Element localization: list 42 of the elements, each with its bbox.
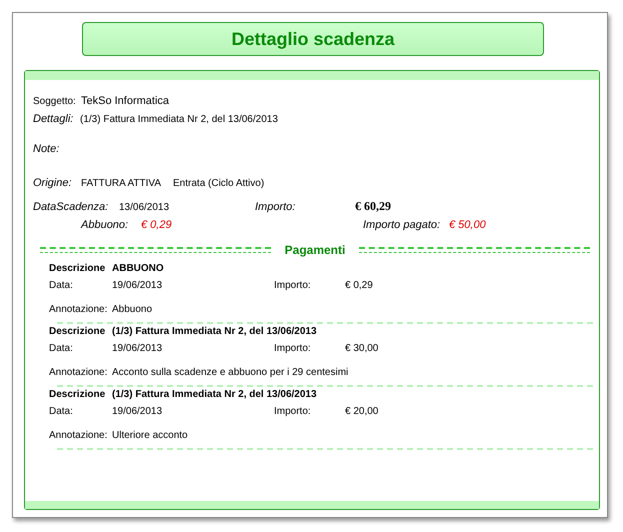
payment-description: (1/3) Fattura Immediata Nr 2, del 13/06/2013 (112, 326, 317, 337)
payment-note: Ulteriore acconto (112, 430, 188, 441)
payment-description: (1/3) Fattura Immediata Nr 2, del 13/06/2013 (112, 389, 317, 400)
due-date: 13/06/2013 (119, 202, 170, 213)
origin-type: FATTURA ATTIVA (81, 178, 162, 189)
field-label: Annotazione: (49, 304, 108, 315)
field-label: Annotazione: (49, 367, 108, 378)
payment-description: ABBUONO (112, 263, 164, 274)
subject-value: TekSo Informatica (81, 95, 170, 107)
discount-value: € 0,29 (141, 219, 173, 231)
field-label: DataScadenza: (33, 201, 110, 213)
field-label: Data: (49, 280, 74, 291)
payment-amount: € 30,00 (345, 343, 378, 354)
amount-value: € 60,29 (355, 199, 391, 214)
field-label: Descrizione (49, 389, 106, 400)
field-label: Origine: (33, 177, 73, 189)
field-label: Importo: (255, 201, 296, 213)
field-label: Data: (49, 343, 74, 354)
payment-date: 19/06/2013 (112, 280, 164, 291)
field-label: Importo pagato: (363, 219, 442, 231)
origin-category: Entrata (Ciclo Attivo) (173, 178, 264, 189)
field-label: Abbuono: (81, 219, 130, 231)
details-value: (1/3) Fattura Immediata Nr 2, del 13/06/2013 (80, 114, 278, 125)
payment-amount: € 0,29 (345, 280, 373, 291)
field-label: Annotazione: (49, 430, 108, 441)
field-label: Descrizione (49, 263, 106, 274)
field-label: Importo: (274, 343, 312, 354)
field-label: Importo: (274, 280, 312, 291)
payment-note: Abbuono (112, 304, 152, 315)
page-title: Dettaglio scadenza (82, 22, 544, 56)
payment-note: Acconto sulla scadenze e abbuono per i 29 centesimi (112, 367, 348, 378)
payment-date: 19/06/2013 (112, 343, 164, 354)
field-label: Dettagli: (33, 113, 74, 125)
field-label: Data: (49, 406, 74, 417)
section-heading: Pagamenti (284, 243, 346, 257)
field-label: Note: (33, 143, 60, 155)
payment-date: 19/06/2013 (112, 406, 164, 417)
field-label: Soggetto: (33, 96, 77, 107)
field-label: Descrizione (49, 326, 106, 337)
field-label: Importo: (274, 406, 312, 417)
paid-amount: € 50,00 (449, 219, 486, 231)
payment-amount: € 20,00 (345, 406, 378, 417)
